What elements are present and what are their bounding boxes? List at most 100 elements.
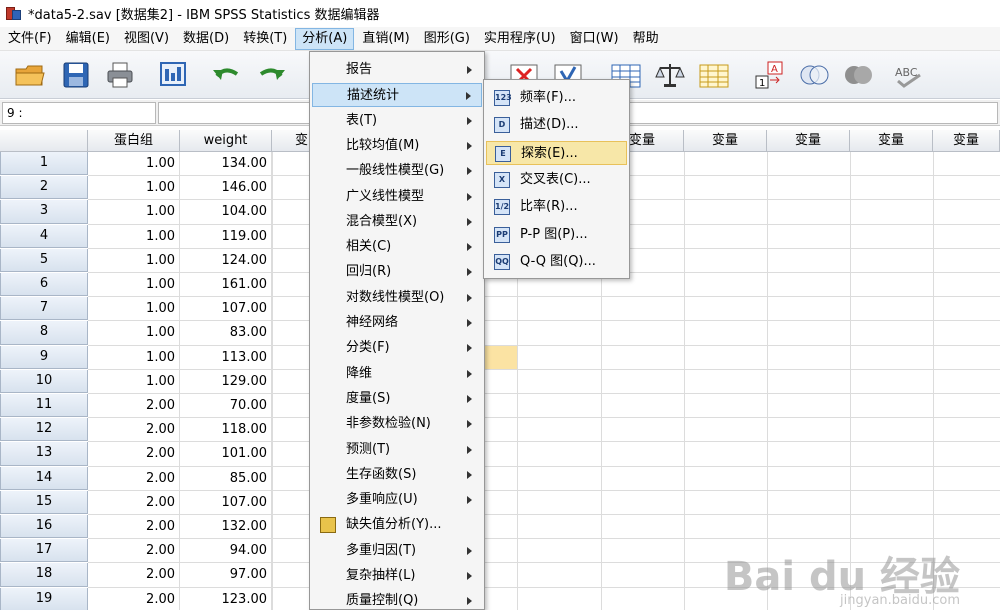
cell-weight[interactable]: 70.00: [180, 394, 272, 419]
analyze-menu-item[interactable]: 比较均值(M): [312, 134, 482, 158]
analyze-menu-item[interactable]: 预测(T): [312, 438, 482, 462]
analyze-menu-item[interactable]: 多重响应(U): [312, 488, 482, 512]
column-header[interactable]: 变量: [933, 130, 1000, 152]
cell-group[interactable]: 2.00: [88, 539, 180, 564]
analyze-menu-item[interactable]: 广义线性模型: [312, 185, 482, 209]
column-header[interactable]: 变量: [684, 130, 767, 152]
analyze-menu-item[interactable]: 复杂抽样(L): [312, 564, 482, 588]
cell-weight[interactable]: 83.00: [180, 321, 272, 346]
cell-group[interactable]: 2.00: [88, 394, 180, 419]
cell-weight[interactable]: 124.00: [180, 248, 272, 273]
row-header[interactable]: 19: [0, 587, 88, 610]
row-header[interactable]: 14: [0, 466, 88, 490]
cell-group[interactable]: 1.00: [88, 152, 180, 177]
row-header[interactable]: 8: [0, 321, 88, 345]
cell-group[interactable]: 2.00: [88, 442, 180, 467]
cell-weight[interactable]: 134.00: [180, 152, 272, 177]
select-cases-icon[interactable]: [696, 59, 732, 91]
row-header[interactable]: 7: [0, 297, 88, 321]
descriptive-menu-item[interactable]: 123 频率(F)...: [486, 86, 627, 110]
cell-group[interactable]: 2.00: [88, 587, 180, 610]
cell-weight[interactable]: 132.00: [180, 515, 272, 540]
undo-icon[interactable]: [208, 59, 244, 91]
row-header[interactable]: 9: [0, 345, 88, 369]
cell-weight[interactable]: 146.00: [180, 176, 272, 201]
analyze-menu-item[interactable]: 相关(C): [312, 235, 482, 259]
open-folder-icon[interactable]: [12, 59, 48, 91]
row-header[interactable]: 11: [0, 394, 88, 418]
cell-weight[interactable]: 129.00: [180, 369, 272, 394]
menu-6[interactable]: 直销(M): [356, 28, 415, 50]
menu-0[interactable]: 文件(F): [2, 28, 58, 50]
cell-weight[interactable]: 85.00: [180, 466, 272, 491]
descriptive-menu-item[interactable]: E 探索(E)...: [486, 140, 627, 165]
cell-group[interactable]: 1.00: [88, 224, 180, 249]
menu-5[interactable]: 分析(A): [295, 27, 355, 50]
weight-cases-icon[interactable]: [652, 59, 688, 91]
descriptive-menu-item[interactable]: QQ Q-Q 图(Q)...: [486, 250, 627, 274]
cell-weight[interactable]: 161.00: [180, 273, 272, 298]
descriptive-menu-item[interactable]: PP P-P 图(P)...: [486, 223, 627, 247]
column-header[interactable]: weight: [180, 130, 272, 152]
cell-group[interactable]: 1.00: [88, 345, 180, 370]
cell-group[interactable]: 1.00: [88, 248, 180, 273]
cell-weight[interactable]: 107.00: [180, 490, 272, 515]
analyze-menu-item[interactable]: 降维: [312, 362, 482, 386]
cell-group[interactable]: 2.00: [88, 515, 180, 540]
analyze-menu-item[interactable]: 非参数检验(N): [312, 412, 482, 436]
grid-corner[interactable]: [0, 130, 88, 152]
column-header[interactable]: 蛋白组: [88, 130, 180, 152]
dialog-recall-icon[interactable]: [156, 59, 192, 91]
analyze-menu-item[interactable]: 一般线性模型(G): [312, 159, 482, 183]
menu-3[interactable]: 数据(D): [177, 28, 235, 50]
cell-group[interactable]: 2.00: [88, 466, 180, 491]
column-header[interactable]: 变量: [767, 130, 850, 152]
analyze-menu-item[interactable]: 对数线性模型(O): [312, 286, 482, 310]
cell-weight[interactable]: 107.00: [180, 297, 272, 322]
show-all-variables-icon[interactable]: [840, 59, 876, 91]
cell-weight[interactable]: 104.00: [180, 200, 272, 225]
analyze-menu-item[interactable]: 度量(S): [312, 387, 482, 411]
cell-weight[interactable]: 101.00: [180, 442, 272, 467]
row-header[interactable]: 4: [0, 224, 88, 248]
row-header[interactable]: 3: [0, 200, 88, 224]
row-header[interactable]: 10: [0, 369, 88, 393]
analyze-menu-item[interactable]: 回归(R): [312, 260, 482, 284]
cell-weight[interactable]: 97.00: [180, 563, 272, 588]
row-header[interactable]: 5: [0, 248, 88, 272]
value-labels-icon[interactable]: A1: [752, 59, 788, 91]
cell-group[interactable]: 2.00: [88, 490, 180, 515]
analyze-menu-item[interactable]: 质量控制(Q): [312, 589, 482, 610]
cell-weight[interactable]: 118.00: [180, 418, 272, 443]
analyze-menu-item[interactable]: 多重归因(T): [312, 539, 482, 563]
cell-group[interactable]: 1.00: [88, 321, 180, 346]
cell-weight[interactable]: 119.00: [180, 224, 272, 249]
menu-7[interactable]: 图形(G): [418, 28, 476, 50]
spell-check-icon[interactable]: ABC: [892, 59, 928, 91]
row-header[interactable]: 12: [0, 418, 88, 442]
cell-group[interactable]: 2.00: [88, 563, 180, 588]
use-variable-sets-icon[interactable]: [796, 59, 832, 91]
row-header[interactable]: 16: [0, 515, 88, 539]
column-header[interactable]: 变量: [850, 130, 933, 152]
row-header[interactable]: 17: [0, 539, 88, 563]
row-header[interactable]: 18: [0, 563, 88, 587]
analyze-menu-item[interactable]: 表(T): [312, 109, 482, 133]
cell-group[interactable]: 1.00: [88, 200, 180, 225]
selected-cell[interactable]: [485, 345, 517, 369]
row-header[interactable]: 1: [0, 152, 88, 176]
cell-weight[interactable]: 123.00: [180, 587, 272, 610]
analyze-menu-item[interactable]: 缺失值分析(Y)...: [312, 513, 482, 537]
cell-group[interactable]: 1.00: [88, 176, 180, 201]
print-icon[interactable]: [102, 59, 138, 91]
analyze-menu-item[interactable]: 报告: [312, 58, 482, 82]
menu-8[interactable]: 实用程序(U): [478, 28, 562, 50]
menu-2[interactable]: 视图(V): [118, 28, 175, 50]
cell-group[interactable]: 1.00: [88, 297, 180, 322]
analyze-menu-item[interactable]: 生存函数(S): [312, 463, 482, 487]
cell-group[interactable]: 2.00: [88, 418, 180, 443]
cell-weight[interactable]: 94.00: [180, 539, 272, 564]
analyze-menu-item[interactable]: 混合模型(X): [312, 210, 482, 234]
cell-weight[interactable]: 113.00: [180, 345, 272, 370]
row-header[interactable]: 6: [0, 273, 88, 297]
